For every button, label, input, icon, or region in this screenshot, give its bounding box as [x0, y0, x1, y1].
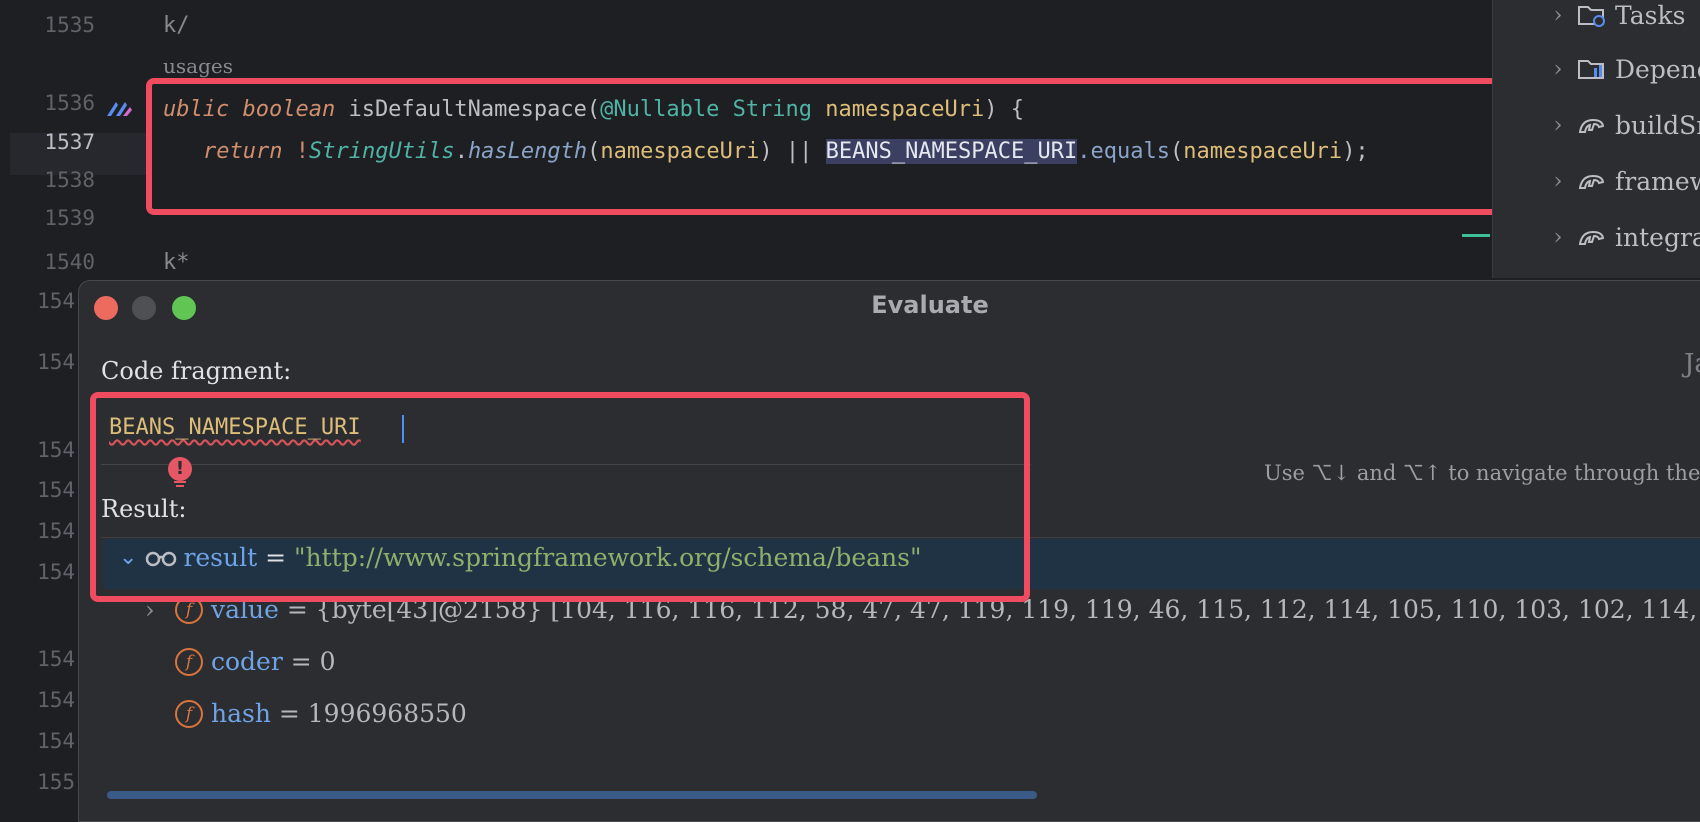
code-line-1540: k*	[163, 250, 190, 275]
field-name: hash	[211, 699, 271, 728]
line-number: 154	[37, 519, 75, 543]
line-number: 154	[37, 350, 75, 374]
horizontal-scrollbar[interactable]	[107, 791, 1037, 799]
history-navigation-hint: Use ⌥↓ and ⌥↑ to navigate through the h	[1264, 461, 1700, 485]
field-value: = 1996968550	[270, 699, 467, 728]
code-line-1535: k/	[163, 13, 190, 38]
chevron-right-icon[interactable]: ›	[1547, 57, 1569, 82]
vcs-annotate-icon[interactable]	[104, 98, 134, 120]
folder-gear-icon	[1578, 6, 1605, 27]
field-icon: f	[175, 647, 203, 676]
code-fragment-label: Code fragment:	[101, 357, 292, 385]
chevron-right-icon[interactable]: ›	[1547, 3, 1569, 28]
line-number: 154	[37, 729, 75, 753]
tree-item-label: framew	[1615, 166, 1700, 196]
highlight-box-evaluate	[90, 392, 1030, 602]
change-marker	[1462, 234, 1490, 237]
field-node-coder[interactable]: f coder = 0	[175, 647, 336, 676]
tree-item-framework[interactable]: › framew	[1547, 161, 1700, 201]
tree-item-label: Depende	[1615, 54, 1700, 84]
line-number: 154	[37, 289, 75, 313]
elephant-icon	[1578, 118, 1605, 133]
chevron-right-icon[interactable]: ›	[1547, 113, 1569, 138]
line-number: 154	[37, 438, 75, 462]
usages-hint[interactable]: usages	[163, 54, 233, 78]
line-number: 1535	[44, 13, 95, 37]
line-number: 1539	[44, 206, 95, 230]
line-number: 1540	[44, 250, 95, 274]
tree-item-tasks[interactable]: › Tasks	[1547, 0, 1686, 35]
tree-item-dependencies[interactable]: › Depende	[1547, 49, 1700, 89]
tree-item-label: Tasks	[1615, 0, 1686, 30]
line-number: 155	[37, 770, 75, 794]
tree-item-buildsrc[interactable]: › buildSr	[1547, 105, 1700, 145]
line-number: 1537	[44, 130, 95, 154]
field-name: coder	[211, 647, 283, 676]
tree-item-label: integra	[1615, 222, 1700, 252]
line-number: 154	[37, 560, 75, 584]
elephant-icon	[1578, 230, 1605, 245]
field-value: = 0	[282, 647, 336, 676]
language-selector[interactable]: Ja	[1684, 349, 1700, 379]
line-number: 154	[37, 478, 75, 502]
elephant-icon	[1578, 174, 1605, 189]
line-number: 154	[37, 647, 75, 671]
field-icon: f	[175, 699, 203, 728]
line-number: 154	[37, 688, 75, 712]
field-node-hash[interactable]: f hash = 1996968550	[175, 699, 467, 728]
chevron-right-icon[interactable]: ›	[1547, 225, 1569, 250]
line-number: 1536	[44, 91, 95, 115]
dialog-titlebar[interactable]: Evaluate	[79, 281, 1700, 333]
project-tree-panel: › Tasks › Depende › buildSr › framew › i…	[1492, 0, 1700, 278]
line-number: 1538	[44, 168, 95, 192]
tree-item-label: buildSr	[1615, 110, 1700, 140]
dialog-title: Evaluate	[871, 291, 989, 319]
highlight-box-code	[146, 78, 1536, 215]
chevron-right-icon[interactable]: ›	[1547, 169, 1569, 194]
tree-item-integration[interactable]: › integra	[1547, 217, 1700, 257]
folder-chart-icon	[1578, 60, 1604, 79]
